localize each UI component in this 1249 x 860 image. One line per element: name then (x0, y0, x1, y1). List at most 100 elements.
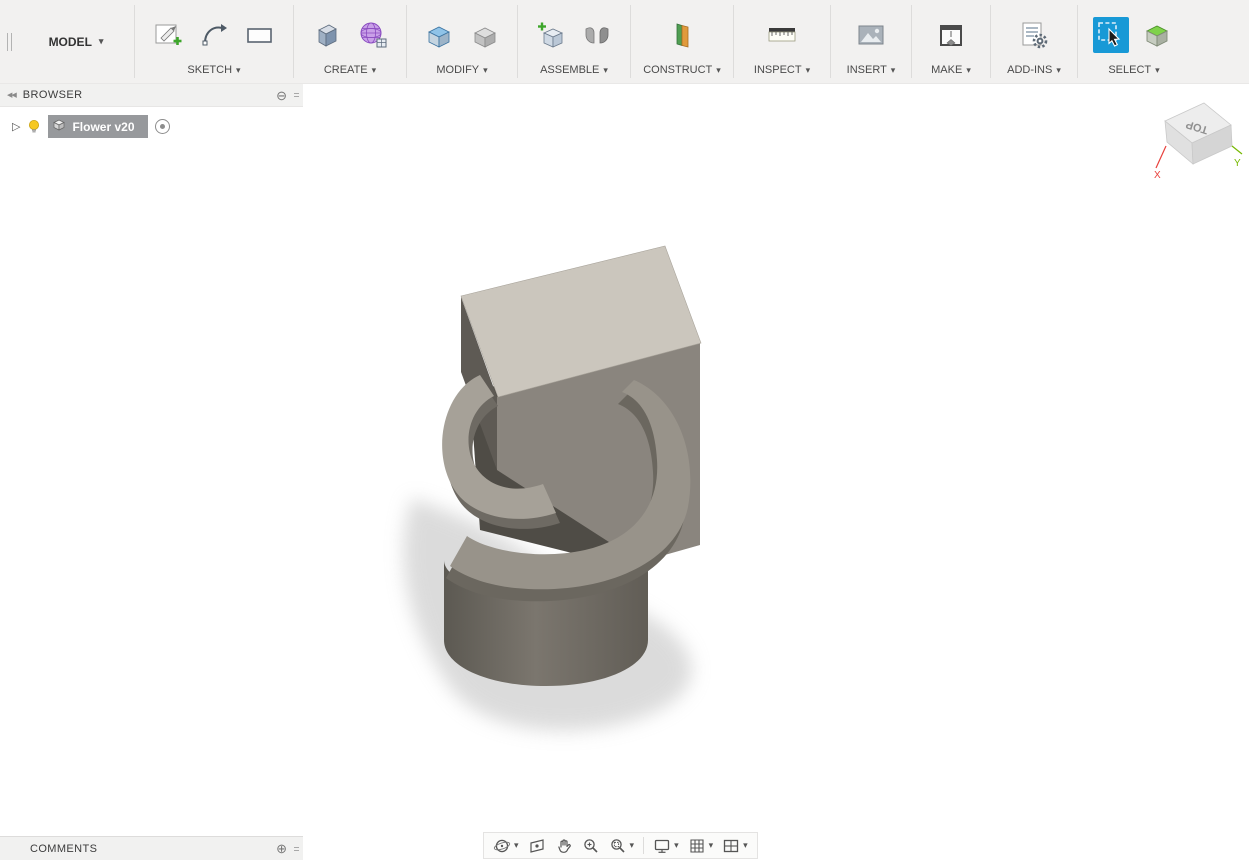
tool-group-select: SELECT ▾ (1078, 0, 1190, 83)
model-3d (0, 84, 1249, 860)
construct-menu-button[interactable]: CONSTRUCT ▾ (643, 64, 721, 76)
document-label: Flower v20 (72, 120, 134, 134)
new-component-icon (536, 20, 566, 50)
pan-button[interactable] (551, 835, 577, 857)
extrude-button[interactable] (309, 17, 345, 53)
orbit-icon (493, 837, 511, 855)
new-component-button[interactable] (533, 17, 569, 53)
caret-down-icon: ▾ (514, 841, 519, 850)
press-pull-button[interactable] (421, 17, 457, 53)
tool-group-construct: CONSTRUCT ▾ (631, 0, 733, 83)
inspect-menu-button[interactable]: INSPECT ▾ (754, 64, 810, 76)
display-settings-button[interactable]: ▾ (649, 835, 683, 857)
y-axis-line (1232, 146, 1242, 154)
x-axis-line (1156, 146, 1166, 168)
visibility-bulb-icon[interactable] (27, 119, 41, 135)
document-chip[interactable]: Flower v20 (48, 115, 147, 138)
measure-icon (767, 20, 797, 50)
tool-group-addins: ADD-INS ▾ (991, 0, 1077, 83)
tool-group-assemble: ASSEMBLE ▾ (518, 0, 630, 83)
window-select-button[interactable] (1139, 17, 1175, 53)
select-menu-button[interactable]: SELECT ▾ (1108, 64, 1159, 76)
tool-group-sketch: SKETCH ▾ (135, 0, 293, 83)
browser-item-document[interactable]: ▷ Flower v20 (0, 107, 303, 142)
component-icon (52, 118, 66, 135)
create-menu-button[interactable]: CREATE ▾ (324, 64, 376, 76)
comments-panel[interactable]: COMMENTS ⊕ (0, 836, 303, 860)
modify-menu-button[interactable]: MODIFY ▾ (436, 64, 487, 76)
caret-down-icon: ▾ (99, 37, 104, 46)
comments-title: COMMENTS (30, 843, 97, 855)
view-cube[interactable]: TOP X Y (1149, 94, 1249, 194)
navbar-divider (643, 837, 644, 854)
make-menu-button[interactable]: MAKE ▾ (931, 64, 971, 76)
fillet-button[interactable] (467, 17, 503, 53)
browser-panel: ◀◀ BROWSER ⊖ ▷ Flower v20 (0, 84, 303, 142)
caret-down-icon: ▾ (372, 66, 377, 75)
orbit-button[interactable]: ▾ (489, 835, 523, 857)
workspace-label: MODEL (49, 35, 92, 49)
y-axis-label: Y (1234, 158, 1241, 169)
tool-group-insert: INSERT ▾ (831, 0, 911, 83)
assemble-menu-button[interactable]: ASSEMBLE ▾ (540, 64, 608, 76)
joint-button[interactable] (579, 17, 615, 53)
caret-down-icon: ▾ (743, 841, 748, 850)
create-sketch-icon (153, 20, 183, 50)
caret-down-icon: ▾ (709, 841, 714, 850)
group-label: CONSTRUCT (643, 64, 712, 76)
expand-section-icon[interactable]: ⊕ (276, 842, 287, 855)
addins-button[interactable] (1016, 17, 1052, 53)
fillet-icon (470, 20, 500, 50)
tool-group-inspect: INSPECT ▾ (734, 0, 830, 83)
workspace-switcher[interactable]: MODEL ▾ (18, 0, 134, 83)
zoom-window-button[interactable]: ▾ (605, 835, 639, 857)
create-sketch-button[interactable] (150, 17, 186, 53)
viewport-canvas[interactable]: TOP X Y ▾ (0, 84, 1249, 860)
zoom-icon (582, 837, 600, 855)
caret-down-icon: ▾ (966, 66, 971, 75)
top-toolbar: MODEL ▾ (0, 0, 1249, 84)
rectangle-tool-button[interactable] (242, 17, 278, 53)
zoom-button[interactable] (578, 835, 604, 857)
group-label: ASSEMBLE (540, 64, 599, 76)
collapse-panel-icon[interactable]: ◀◀ (7, 91, 16, 99)
x-axis-label: X (1154, 170, 1161, 181)
make-button[interactable] (933, 17, 969, 53)
group-label: SELECT (1108, 64, 1151, 76)
caret-down-icon: ▾ (806, 66, 811, 75)
look-at-button[interactable] (524, 835, 550, 857)
display-settings-icon (653, 837, 671, 855)
joint-icon (582, 20, 612, 50)
arc-tool-button[interactable] (196, 17, 232, 53)
viewports-button[interactable]: ▾ (718, 835, 752, 857)
browser-header[interactable]: ◀◀ BROWSER ⊖ (0, 84, 303, 107)
activate-component-radio[interactable] (155, 119, 170, 134)
group-label: INSPECT (754, 64, 802, 76)
select-button[interactable] (1093, 17, 1129, 53)
browser-scrollbar[interactable] (292, 93, 300, 97)
caret-down-icon: ▾ (1155, 66, 1160, 75)
create-form-button[interactable] (355, 17, 391, 53)
disclosure-icon[interactable]: ▷ (12, 120, 20, 133)
construct-plane-button[interactable] (664, 17, 700, 53)
3d-print-icon (936, 20, 966, 50)
pan-hand-icon (555, 837, 573, 855)
caret-down-icon: ▾ (603, 66, 608, 75)
collapse-section-icon[interactable]: ⊖ (276, 89, 287, 102)
toolbar-grip[interactable] (0, 0, 18, 83)
addins-menu-button[interactable]: ADD-INS ▾ (1007, 64, 1061, 76)
sketch-menu-button[interactable]: SKETCH ▾ (187, 64, 240, 76)
measure-button[interactable] (764, 17, 800, 53)
insert-button[interactable] (853, 17, 889, 53)
look-at-icon (528, 837, 546, 855)
comments-scrollbar[interactable] (292, 847, 300, 851)
caret-down-icon: ▾ (674, 841, 679, 850)
caret-down-icon: ▾ (483, 66, 488, 75)
grid-icon (688, 837, 706, 855)
window-select-icon (1142, 20, 1172, 50)
navigation-bar: ▾ ▾ (483, 832, 758, 859)
tool-group-make: MAKE ▾ (912, 0, 990, 83)
grid-settings-button[interactable]: ▾ (684, 835, 718, 857)
press-pull-icon (424, 20, 454, 50)
insert-menu-button[interactable]: INSERT ▾ (847, 64, 896, 76)
